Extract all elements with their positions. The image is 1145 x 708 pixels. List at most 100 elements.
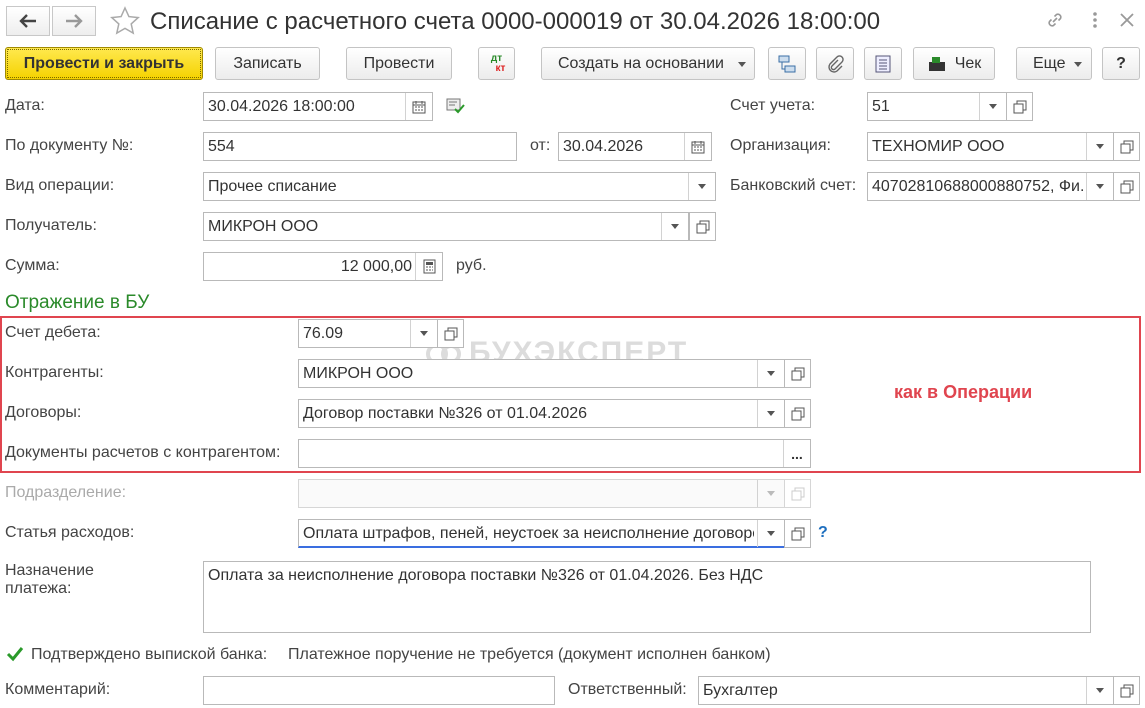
dropdown-arrow-icon[interactable] — [661, 213, 688, 240]
operation-type-label: Вид операции: — [5, 177, 115, 194]
open-recipient-button[interactable] — [689, 212, 716, 241]
expense-item-select[interactable]: Оплата штрафов, пеней, неустоек за неисп… — [298, 519, 785, 548]
dropdown-arrow-icon — [757, 480, 784, 507]
help-button[interactable]: ? — [1102, 47, 1140, 80]
more-button[interactable]: Еще — [1016, 47, 1092, 80]
open-bank-account-button[interactable] — [1113, 172, 1140, 201]
confirmed-label: Подтверждено выпиской банка: — [31, 646, 268, 663]
post-and-close-button[interactable]: Провести и закрыть — [5, 47, 203, 80]
history-check-icon[interactable] — [446, 97, 466, 120]
open-account-button[interactable] — [1006, 92, 1033, 121]
expense-item-label: Статья расходов: — [5, 524, 135, 541]
list-button[interactable] — [864, 47, 902, 80]
dropdown-arrow-icon[interactable] — [688, 173, 715, 200]
save-button[interactable]: Записать — [215, 47, 320, 80]
close-icon[interactable] — [1115, 8, 1139, 32]
section-title: Отражение в БУ — [5, 292, 150, 313]
dropdown-arrow-icon[interactable] — [410, 320, 437, 347]
open-icon — [1013, 100, 1026, 113]
amount-label: Сумма: — [5, 257, 60, 274]
open-counterparty-button[interactable] — [784, 359, 811, 388]
more-label: Еще — [1033, 54, 1066, 72]
operation-type-select[interactable]: Прочее списание — [203, 172, 716, 201]
comment-input[interactable] — [203, 676, 555, 705]
window-title: Списание с расчетного счета 0000-000019 … — [150, 8, 881, 35]
dt-kt-button[interactable]: дт кт — [478, 47, 515, 80]
operation-type-value: Прочее списание — [208, 178, 337, 195]
structure-icon — [778, 55, 796, 72]
debit-account-label: Счет дебета: — [5, 324, 101, 341]
counterparties-select[interactable]: МИКРОН ООО — [298, 359, 785, 388]
create-based-on-label: Создать на основании — [558, 54, 724, 72]
organization-value: ТЕХНОМИР ООО — [872, 138, 1005, 155]
recipient-select[interactable]: МИКРОН ООО — [203, 212, 689, 241]
open-expense-item-button[interactable] — [784, 519, 811, 548]
dropdown-arrow-icon[interactable] — [979, 93, 1006, 120]
account-select[interactable]: 51 — [867, 92, 1007, 121]
open-contract-button[interactable] — [784, 399, 811, 428]
receipt-button[interactable]: Чек — [913, 47, 995, 80]
bank-account-value: 40702810688000880752, Фи... — [872, 178, 1083, 195]
settlement-docs-label: Документы расчетов с контрагентом: — [5, 444, 281, 461]
open-debit-account-button[interactable] — [437, 319, 464, 348]
calendar-button[interactable] — [405, 93, 432, 120]
attach-button[interactable] — [816, 47, 854, 80]
kt-label: кт — [495, 62, 506, 74]
dropdown-arrow-icon[interactable] — [1086, 133, 1113, 160]
open-icon — [791, 527, 804, 540]
dropdown-arrow-icon[interactable] — [1086, 677, 1113, 704]
annotation-note: как в Операции — [894, 382, 1033, 402]
dropdown-arrow-icon[interactable] — [757, 360, 784, 387]
bank-account-label: Банковский счет: — [730, 177, 857, 194]
list-icon — [875, 55, 891, 72]
bank-account-select[interactable]: 40702810688000880752, Фи... — [867, 172, 1114, 201]
debit-account-select[interactable]: 76.09 — [298, 319, 438, 348]
responsible-value: Бухгалтер — [703, 682, 778, 699]
date-value: 30.04.2026 18:00:00 — [208, 98, 355, 115]
responsible-label: Ответственный: — [568, 681, 687, 698]
receipt-label: Чек — [954, 54, 982, 72]
doc-date-field[interactable]: 30.04.2026 — [558, 132, 712, 161]
responsible-select[interactable]: Бухгалтер — [698, 676, 1114, 705]
department-label: Подразделение: — [5, 484, 127, 501]
debit-account-value: 76.09 — [303, 325, 344, 342]
select-button[interactable]: ... — [783, 440, 810, 467]
organization-select[interactable]: ТЕХНОМИР ООО — [867, 132, 1114, 161]
dropdown-arrow-icon[interactable] — [757, 520, 784, 547]
dropdown-arrow-icon[interactable] — [757, 400, 784, 427]
calendar-icon — [412, 100, 426, 113]
structure-button[interactable] — [768, 47, 806, 80]
link-icon[interactable] — [1043, 8, 1067, 32]
help-tooltip-icon[interactable]: ? — [818, 523, 828, 543]
cash-register-icon — [928, 56, 945, 71]
forward-button[interactable] — [52, 6, 96, 36]
amount-input[interactable]: 12 000,00 — [203, 252, 443, 281]
paperclip-icon — [828, 54, 844, 73]
open-icon — [791, 487, 804, 500]
calendar-button[interactable] — [684, 133, 711, 160]
settlement-docs-input[interactable]: ... — [298, 439, 811, 468]
confirmed-checkbox[interactable] — [6, 645, 24, 663]
create-based-on-button[interactable]: Создать на основании — [541, 47, 755, 80]
post-button[interactable]: Провести — [346, 47, 452, 80]
purpose-label-line1: Назначение — [5, 562, 94, 579]
date-label: Дата: — [5, 97, 45, 114]
open-organization-button[interactable] — [1113, 132, 1140, 161]
favorite-star-icon[interactable] — [110, 6, 140, 41]
back-button[interactable] — [6, 6, 50, 36]
recipient-label: Получатель: — [5, 217, 97, 234]
open-icon — [791, 407, 804, 420]
dropdown-arrow-icon[interactable] — [1086, 173, 1113, 200]
contracts-select[interactable]: Договор поставки №326 от 01.04.2026 — [298, 399, 785, 428]
more-vertical-icon[interactable] — [1083, 8, 1107, 32]
doc-number-label: По документу №: — [5, 137, 134, 154]
purpose-textarea[interactable]: Оплата за неисполнение договора поставки… — [203, 561, 1091, 633]
open-responsible-button[interactable] — [1113, 676, 1140, 705]
date-field[interactable]: 30.04.2026 18:00:00 — [203, 92, 433, 121]
calendar-icon — [691, 140, 705, 153]
doc-number-input[interactable]: 554 — [203, 132, 517, 161]
department-select — [298, 479, 785, 508]
arrow-left-icon — [19, 14, 36, 28]
contracts-label: Договоры: — [5, 404, 82, 421]
calculator-button[interactable] — [415, 253, 442, 280]
